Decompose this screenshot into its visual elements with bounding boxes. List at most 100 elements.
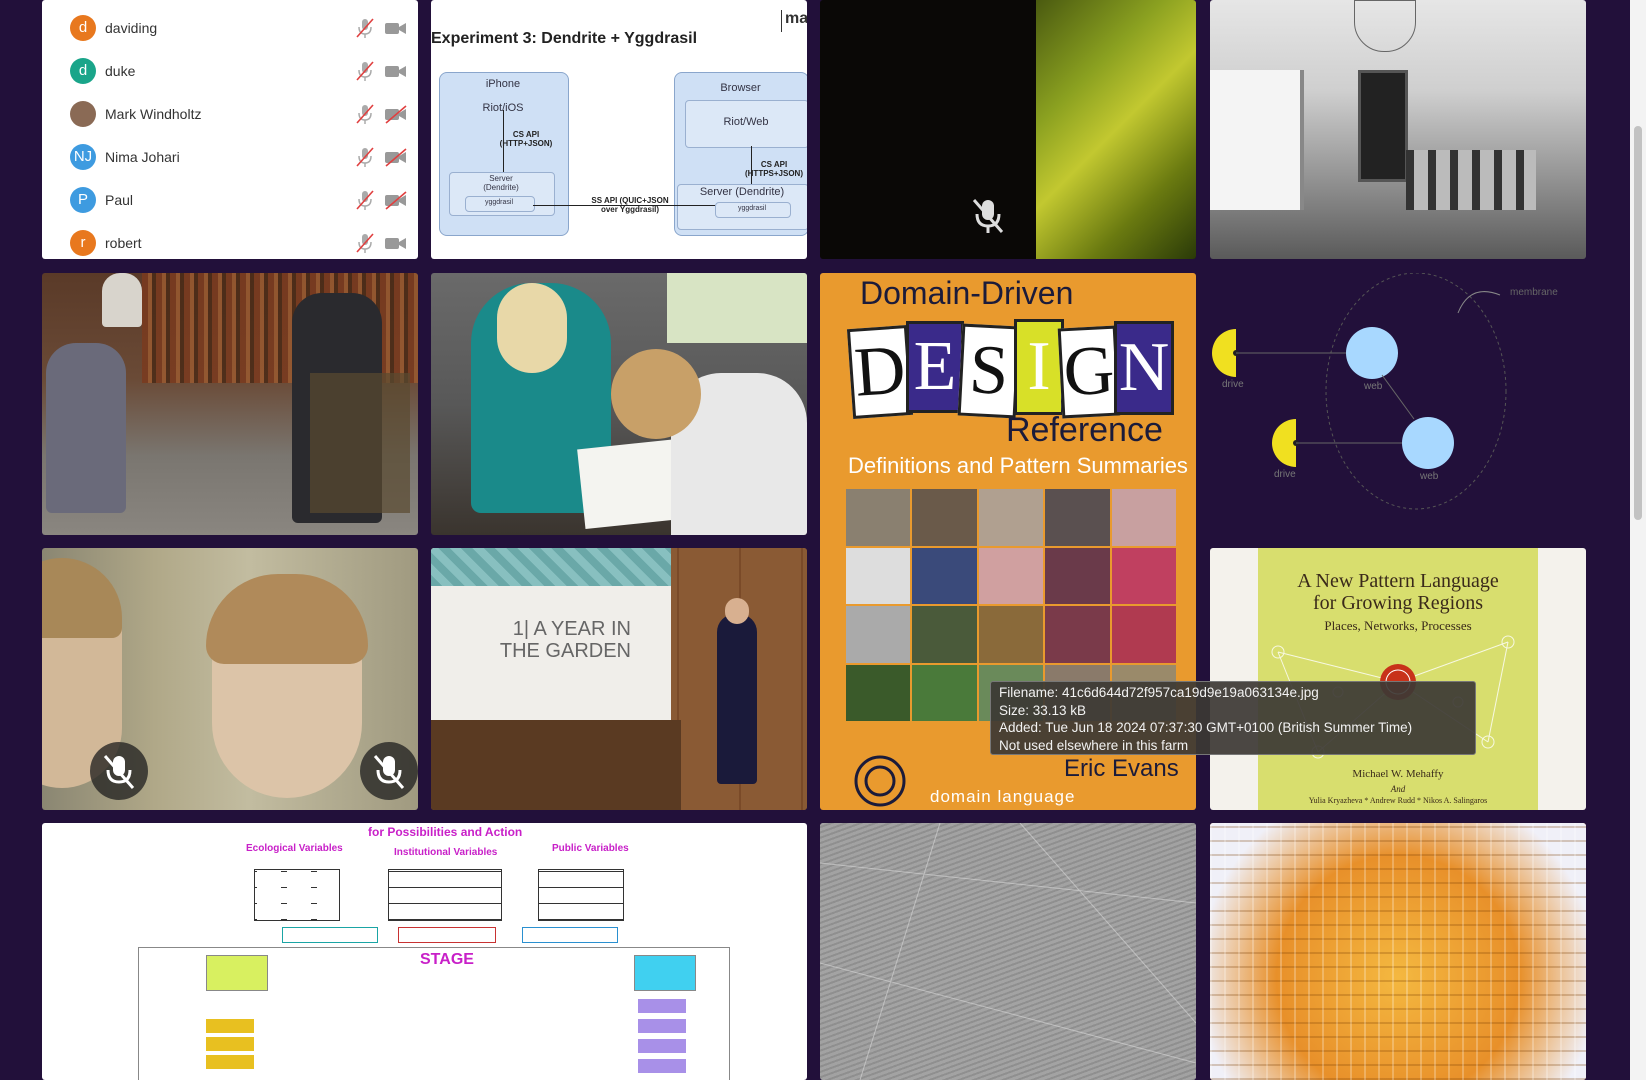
camera-icon[interactable] <box>384 232 408 254</box>
tile-variables-diagram[interactable]: for Possibilities and Action Ecological … <box>42 823 807 1080</box>
camera-off-icon[interactable] <box>384 103 408 125</box>
camera-off-icon[interactable] <box>384 146 408 168</box>
camera-icon[interactable] <box>384 17 408 39</box>
public-variables-label: Public Variables <box>552 843 629 854</box>
green-note <box>206 955 268 991</box>
letter-s: S <box>957 323 1021 419</box>
participant-row[interactable]: d daviding <box>42 6 418 49</box>
ygg-left-label: yggdrasil <box>484 199 513 206</box>
avatar: r <box>70 229 96 256</box>
woman-white-hair <box>611 349 701 439</box>
woman-teal-hair <box>497 283 567 373</box>
participant-name: Nima Johari <box>105 148 180 165</box>
participant-row[interactable]: P Paul <box>42 178 418 221</box>
diagram-title: Experiment 3: Dendrite + Yggdrasil <box>431 30 698 47</box>
book-title: Domain-Driven <box>860 275 1074 311</box>
screen-base <box>431 720 681 810</box>
mute-badge <box>360 742 418 800</box>
participant-name: duke <box>105 62 136 79</box>
participant-name: robert <box>105 234 142 251</box>
presenter-head <box>725 598 749 624</box>
aerial-lines <box>820 823 1196 1080</box>
face-right-hair <box>206 574 368 664</box>
tooltip-usage: Not used elsewhere in this farm <box>999 737 1189 753</box>
tile-writing-photo[interactable] <box>431 273 807 535</box>
mic-muted-icon <box>103 755 135 789</box>
tile-pattern-language-book[interactable]: A New Pattern Language for Growing Regio… <box>1210 548 1586 810</box>
mic-muted-icon[interactable] <box>354 146 376 168</box>
participant-name: daviding <box>105 19 158 36</box>
server-right-label: Server (Dendrite) <box>699 186 785 198</box>
letter-n: N <box>1114 321 1174 415</box>
presenter <box>717 614 757 784</box>
membrane-label: membrane <box>1510 287 1558 298</box>
tooltip-added: Added: Tue Jun 18 2024 07:37:30 GMT+0100… <box>999 720 1413 735</box>
participant-row[interactable]: d duke <box>42 49 418 92</box>
tile-interior-photo[interactable] <box>1210 0 1586 259</box>
face-left-hair <box>42 558 122 638</box>
ygg-right-label: yggdrasil <box>737 205 766 212</box>
server-left-label: Server (Dendrite) <box>483 174 519 192</box>
book-coauthors: Yulia Kryazheva * Andrew Rudd * Nikos A.… <box>1308 796 1488 805</box>
riot-web-label: Riot/Web <box>723 116 769 128</box>
title-line-2: for Growing Regions <box>1313 592 1483 614</box>
chair <box>310 373 410 513</box>
tile-membrane-graph[interactable]: membrane drive web drive web <box>1210 273 1586 532</box>
gold-box-2 <box>206 1037 254 1051</box>
mic-muted-icon[interactable] <box>354 60 376 82</box>
eco-outcome-boxes <box>282 927 378 943</box>
book-subtitle: Definitions and Pattern Summaries <box>848 453 1188 478</box>
graph-node-label: web <box>1420 471 1439 482</box>
avatar: NJ <box>70 143 96 170</box>
graph-node-label: web <box>1364 381 1383 392</box>
purple-box-2 <box>638 1019 686 1033</box>
book-author: Eric Evans <box>1064 755 1179 782</box>
participant-name: Mark Windholtz <box>105 105 202 122</box>
camera-icon[interactable] <box>384 60 408 82</box>
camera-off-icon[interactable] <box>384 189 408 211</box>
mosaic-texture <box>1210 823 1586 1080</box>
tile-dendrite-diagram[interactable]: ma Experiment 3: Dendrite + Yggdrasil iP… <box>431 0 807 259</box>
gold-box-3 <box>206 1055 254 1069</box>
publisher-logo-icon <box>854 755 906 807</box>
iphone-label: iPhone <box>485 78 521 90</box>
tile-presentation-photo[interactable]: 1| A YEAR IN THE GARDEN <box>431 548 807 810</box>
mic-muted-icon[interactable] <box>354 103 376 125</box>
mic-muted-icon <box>373 755 405 789</box>
book-publisher: domain language <box>930 787 1076 806</box>
participant-row[interactable]: r robert <box>42 221 418 259</box>
mic-muted-icon[interactable] <box>354 17 376 39</box>
avatar: d <box>70 14 96 41</box>
stage-label: STAGE <box>420 951 474 968</box>
mic-muted-icon <box>972 199 1004 233</box>
slide-heading: 1| A YEAR IN THE GARDEN <box>499 618 631 662</box>
ecological-variables-label: Ecological Variables <box>246 843 343 854</box>
letter-d: D <box>846 325 914 419</box>
membrane-graph <box>1212 273 1507 510</box>
portrait-painting <box>1358 70 1408 182</box>
mic-muted-icon[interactable] <box>354 189 376 211</box>
scrollbar-thumb[interactable] <box>1634 126 1642 520</box>
letter-i: I <box>1014 319 1064 415</box>
cs-api-arrow-left <box>503 110 504 172</box>
letter-g: G <box>1057 325 1121 419</box>
tile-video-green[interactable] <box>820 0 1196 259</box>
participants-panel: d daviding d duke Mark Windholtz NJ Nima Johar… <box>42 0 418 259</box>
design-letters: D E S I G N <box>846 317 1174 421</box>
tile-aerial-photo[interactable] <box>820 823 1196 1080</box>
tile-video-face[interactable] <box>42 548 418 810</box>
ss-api-label: SS API (QUIC+JSON over Yggdrasil) <box>591 196 669 214</box>
tile-library-photo[interactable] <box>42 273 418 535</box>
eco-grid <box>254 869 340 921</box>
book-and: And <box>1390 784 1406 794</box>
institutional-variables-label: Institutional Variables <box>394 847 498 858</box>
book-author: Michael W. Mehaffy <box>1352 768 1444 780</box>
book-reference: Reference <box>1006 411 1163 449</box>
corner-text: ma <box>781 10 807 32</box>
participant-row[interactable]: Mark Windholtz <box>42 92 418 135</box>
mic-muted-icon[interactable] <box>354 232 376 254</box>
participant-row[interactable]: NJ Nima Johari <box>42 135 418 178</box>
tile-mosaic-heart[interactable] <box>1210 823 1586 1080</box>
inst-outcome-boxes <box>398 927 496 943</box>
letter-e: E <box>906 321 964 413</box>
